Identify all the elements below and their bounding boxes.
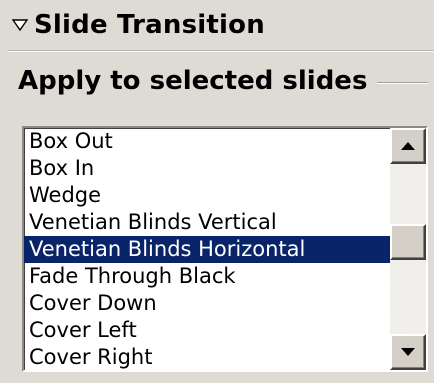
list-item[interactable]: Cover Right	[24, 344, 392, 370]
list-item[interactable]: Fade Through Black	[24, 263, 392, 290]
list-item[interactable]: Venetian Blinds Horizontal	[24, 236, 392, 263]
transition-list[interactable]: Box Out Box In Wedge Venetian Blinds Vertic…	[24, 128, 392, 370]
transition-listbox[interactable]: Box Out Box In Wedge Venetian Blinds Vertic…	[22, 126, 428, 372]
pane-header[interactable]: Slide Transition	[8, 2, 434, 48]
list-item[interactable]: Wedge	[24, 182, 392, 209]
slide-transition-pane: Slide Transition Apply to selected slide…	[0, 0, 434, 383]
list-item[interactable]: Cover Down	[24, 290, 392, 317]
list-item[interactable]: Box In	[24, 155, 392, 182]
arrow-down-icon	[401, 348, 415, 356]
apply-group-header: Apply to selected slides	[18, 58, 434, 104]
pane-title: Slide Transition	[34, 10, 265, 40]
triangle-down-icon[interactable]	[10, 5, 30, 45]
group-divider	[377, 82, 428, 84]
list-item[interactable]: Box Out	[24, 128, 392, 155]
scroll-down-button[interactable]	[390, 334, 426, 370]
scroll-up-button[interactable]	[390, 128, 426, 164]
scroll-thumb[interactable]	[390, 224, 426, 260]
vertical-scrollbar[interactable]	[390, 128, 426, 370]
apply-group-label: Apply to selected slides	[18, 66, 368, 96]
arrow-up-icon	[401, 142, 415, 150]
header-divider	[8, 50, 434, 52]
list-item[interactable]: Venetian Blinds Vertical	[24, 209, 392, 236]
list-item[interactable]: Cover Left	[24, 317, 392, 344]
